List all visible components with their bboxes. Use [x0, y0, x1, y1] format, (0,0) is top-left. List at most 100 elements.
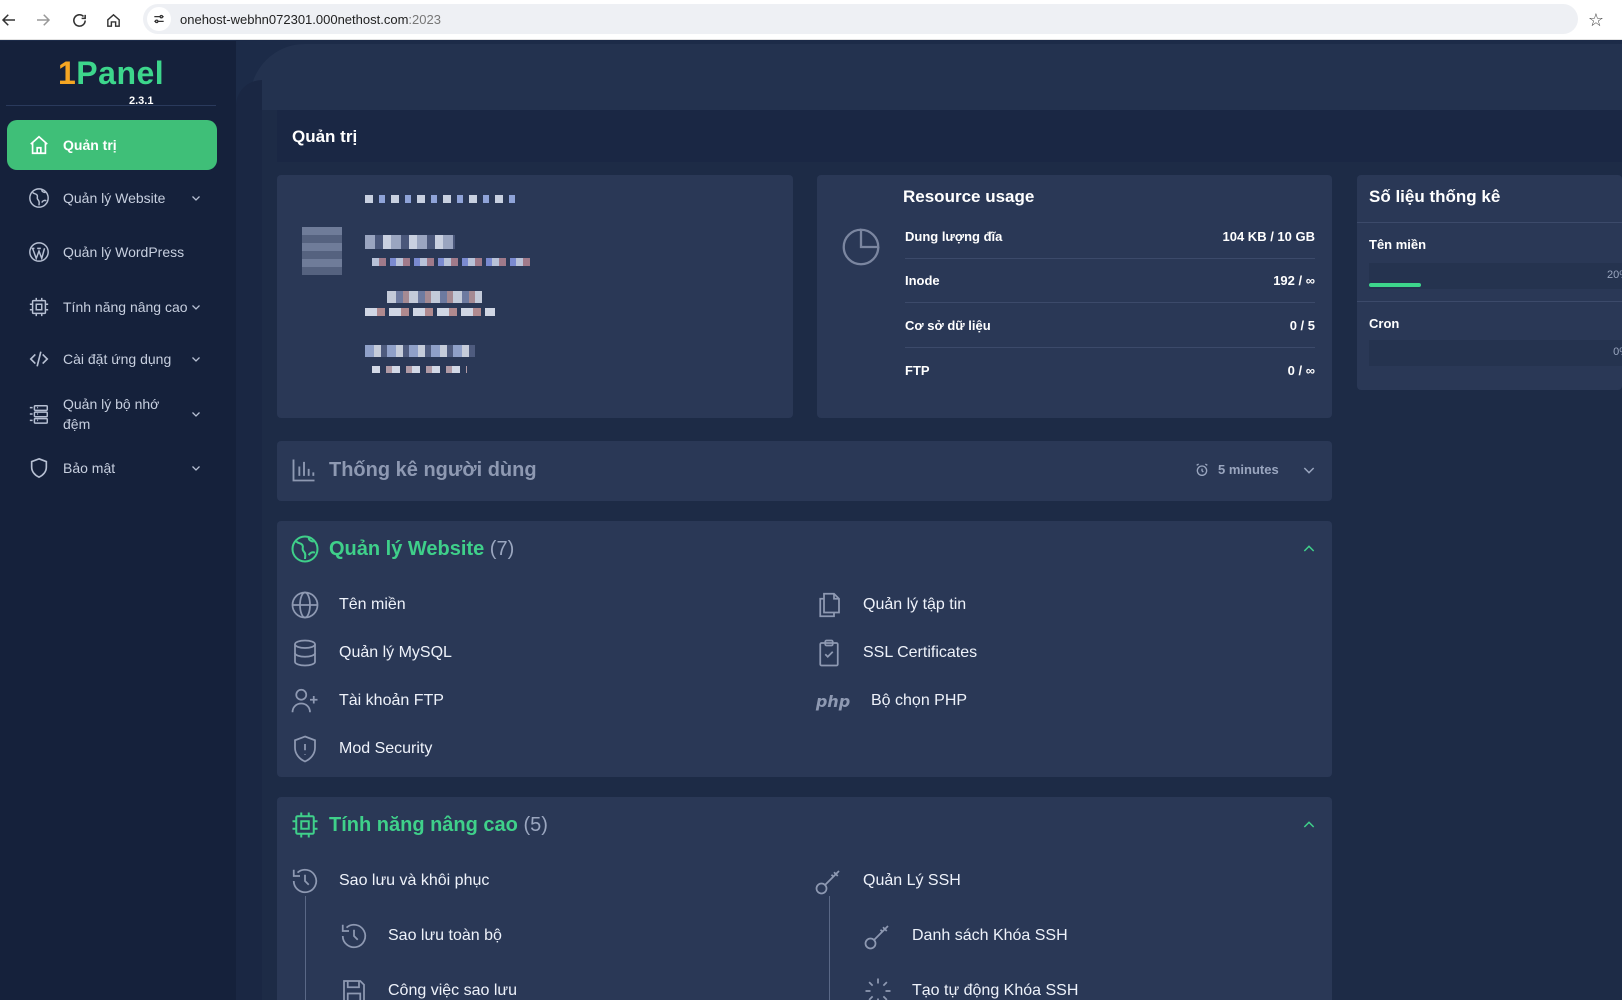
shield-icon: [27, 456, 51, 480]
resource-row-disk: Dung lượng đĩa 104 KB / 10 GB: [905, 215, 1315, 259]
resource-row-database: Cơ sở dữ liệu 0 / 5: [905, 304, 1315, 348]
link-php-selector[interactable]: php Bộ chọn PHP: [813, 685, 967, 717]
sidebar-item-security[interactable]: Bảo mật: [7, 448, 217, 488]
chevron-up-icon[interactable]: [1301, 541, 1317, 562]
url-host: onehost-webhn072301.000nethost.com: [180, 12, 409, 27]
resource-value: 0 / 5: [1289, 318, 1315, 333]
chevron-down-icon: [189, 462, 203, 474]
history-icon: [338, 920, 370, 952]
avatar: [302, 227, 342, 275]
chevron-down-icon: [189, 301, 203, 313]
forward-icon[interactable]: [31, 8, 55, 32]
stat-bar-domain: 20%: [1369, 263, 1622, 289]
link-label: SSL Certificates: [863, 644, 978, 661]
sidebar-item-label: Quản trị: [63, 137, 117, 153]
back-icon[interactable]: [0, 8, 21, 32]
clipboard-check-icon: [813, 637, 845, 669]
chevron-up-icon[interactable]: [1301, 817, 1317, 838]
globe-icon: [289, 589, 321, 621]
site-info-icon[interactable]: [147, 7, 171, 31]
main-edge: [236, 80, 262, 1000]
database-icon: [289, 637, 321, 669]
user-plus-icon: [289, 685, 321, 717]
globe-icon: [27, 186, 51, 210]
refresh-interval[interactable]: 5 minutes: [1218, 462, 1279, 477]
page-title-bar: Quản trị: [277, 110, 1622, 162]
link-ssh-key-list[interactable]: Danh sách Khóa SSH: [862, 920, 1068, 952]
stat-percent: 0%: [1613, 346, 1622, 358]
link-backup-jobs[interactable]: Công việc sao lưu: [338, 975, 517, 1000]
user-stats-title: Thống kê người dùng: [329, 459, 537, 481]
tree-connector: [829, 896, 830, 1000]
sidebar-item-app-install[interactable]: Cài đặt ứng dụng: [7, 339, 217, 379]
sidebar-divider: [6, 105, 216, 106]
tree-connector: [305, 896, 306, 1000]
chevron-down-icon: [189, 353, 203, 365]
link-ssl[interactable]: SSL Certificates: [813, 637, 977, 669]
save-icon: [338, 975, 370, 1000]
pie-chart-icon: [838, 224, 884, 275]
section-title-text: Tính năng nâng cao: [329, 814, 518, 836]
link-full-backup[interactable]: Sao lưu toàn bộ: [338, 920, 502, 952]
link-label: Công việc sao lưu: [388, 982, 517, 999]
sidebar-item-website[interactable]: Quản lý Website: [7, 178, 217, 218]
sidebar-item-advanced[interactable]: Tính năng nâng cao: [7, 283, 217, 331]
link-label: Tài khoản FTP: [339, 692, 444, 709]
link-ftp-account[interactable]: Tài khoản FTP: [289, 685, 444, 717]
resource-label: Dung lượng đĩa: [905, 229, 1003, 244]
resource-label: Cơ sở dữ liệu: [905, 318, 991, 333]
sidebar-item-cache[interactable]: Quản lý bộ nhớ đệm: [7, 390, 217, 438]
link-mysql[interactable]: Quản lý MySQL: [289, 637, 452, 669]
link-file-manager[interactable]: Quản lý tập tin: [813, 589, 966, 621]
sidebar-item-label: Quản lý bộ nhớ đệm: [63, 396, 160, 432]
sidebar-item-wordpress[interactable]: Quản lý WordPress: [7, 232, 217, 272]
sidebar-item-label: Tính năng nâng cao: [63, 299, 188, 315]
browser-toolbar: onehost-webhn072301.000nethost.com:2023 …: [0, 0, 1622, 40]
sidebar-item-label: Quản lý Website: [63, 190, 166, 206]
key-icon: [862, 920, 894, 952]
link-label: Quản Lý SSH: [863, 872, 961, 889]
link-mod-security[interactable]: Mod Security: [289, 733, 432, 765]
sidebar-item-label: Quản lý WordPress: [63, 244, 185, 260]
account-info-card: [277, 175, 793, 418]
logo-panel: Panel: [76, 55, 165, 91]
sidebar-item-label: Cài đặt ứng dụng: [63, 351, 172, 367]
url-text[interactable]: onehost-webhn072301.000nethost.com:2023: [180, 12, 441, 27]
resource-value: 192 / ∞: [1273, 273, 1315, 288]
website-section-title[interactable]: Quản lý Website (7): [329, 538, 514, 561]
stat-label-domain: Tên miền: [1369, 237, 1427, 252]
link-label: Danh sách Khóa SSH: [912, 927, 1068, 944]
blurred-text: [365, 308, 495, 316]
link-ssh-manager[interactable]: Quản Lý SSH: [813, 865, 961, 897]
blurred-text: [365, 235, 455, 249]
loader-icon: [862, 975, 894, 1000]
globe-icon: [290, 534, 320, 569]
link-ssh-key-generate[interactable]: Tạo tự động Khóa SSH: [862, 975, 1078, 1000]
sidebar-item-dashboard[interactable]: Quản trị: [7, 120, 217, 170]
shield-alert-icon: [289, 733, 321, 765]
page-title: Quản trị: [292, 127, 358, 146]
home-icon: [27, 133, 51, 157]
home-icon[interactable]: [101, 8, 125, 32]
stats-title: Số liệu thống kê: [1369, 187, 1501, 206]
link-label: Sao lưu toàn bộ: [388, 927, 502, 944]
bookmark-star-icon[interactable]: ☆: [1584, 8, 1608, 32]
link-domain[interactable]: Tên miền: [289, 589, 406, 621]
link-backup-restore[interactable]: Sao lưu và khôi phục: [289, 865, 489, 897]
section-count: (7): [489, 538, 515, 560]
resource-row-inode: Inode 192 / ∞: [905, 259, 1315, 303]
chevron-down-icon[interactable]: [1301, 462, 1317, 483]
sidebar-item-label: Bảo mật: [63, 460, 116, 476]
section-title-text: Quản lý Website: [329, 538, 485, 560]
reload-icon[interactable]: [67, 8, 91, 32]
logo[interactable]: 1Panel 2.3.1: [58, 55, 165, 107]
address-bar[interactable]: onehost-webhn072301.000nethost.com:2023: [143, 4, 1578, 34]
stats-divider: [1357, 222, 1622, 223]
resource-usage-title: Resource usage: [903, 187, 1035, 206]
stats-divider: [1357, 301, 1622, 302]
advanced-section-title[interactable]: Tính năng nâng cao (5): [329, 814, 548, 837]
blurred-text: [365, 345, 475, 357]
stat-label-cron: Cron: [1369, 316, 1400, 331]
url-port: :2023: [408, 12, 441, 27]
link-label: Bộ chọn PHP: [871, 692, 968, 709]
